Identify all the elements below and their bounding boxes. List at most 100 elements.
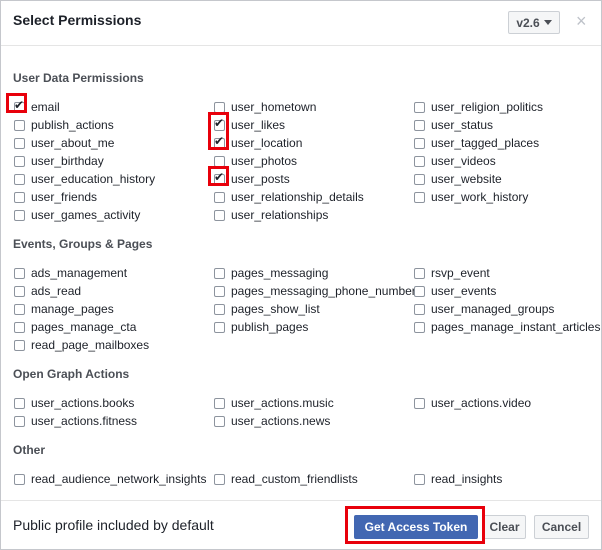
permission-user-about-me[interactable]: user_about_me <box>14 134 114 152</box>
permission-rsvp-event[interactable]: rsvp_event <box>414 264 490 282</box>
permission-checkbox[interactable] <box>414 137 425 149</box>
permission-checkbox[interactable] <box>214 170 225 185</box>
permission-checkbox[interactable] <box>14 339 25 351</box>
permission-publish-actions[interactable]: publish_actions <box>14 116 114 134</box>
permission-label: user_likes <box>231 118 286 132</box>
permission-checkbox[interactable] <box>414 285 425 297</box>
permission-checkbox[interactable] <box>14 303 25 315</box>
permission-checkbox[interactable] <box>414 473 425 485</box>
permission-pages-messaging[interactable]: pages_messaging <box>214 264 328 282</box>
permission-checkbox[interactable] <box>414 321 425 333</box>
permission-user-education-history[interactable]: user_education_history <box>14 170 155 188</box>
permission-checkbox[interactable] <box>414 155 425 167</box>
cancel-button[interactable]: Cancel <box>534 515 589 539</box>
permission-label: pages_messaging_phone_number <box>231 284 416 298</box>
permission-user-website[interactable]: user_website <box>414 170 502 188</box>
permission-ads-read[interactable]: ads_read <box>14 282 81 300</box>
permission-checkbox[interactable] <box>14 267 25 279</box>
permission-label: user_religion_politics <box>431 100 544 114</box>
permission-publish-pages[interactable]: publish_pages <box>214 318 308 336</box>
permission-user-birthday[interactable]: user_birthday <box>14 152 104 170</box>
permission-checkbox[interactable] <box>214 321 225 333</box>
permission-checkbox[interactable] <box>214 155 225 167</box>
permission-manage-pages[interactable]: manage_pages <box>14 300 114 318</box>
dialog-header: Select Permissions v2.6 × <box>1 1 601 46</box>
permission-user-actions-books[interactable]: user_actions.books <box>14 394 134 412</box>
permission-read-custom-friendlists[interactable]: read_custom_friendlists <box>214 470 358 488</box>
permission-checkbox[interactable] <box>214 191 225 203</box>
permission-checkbox[interactable] <box>214 116 225 131</box>
permission-checkbox[interactable] <box>14 137 25 149</box>
public-profile-note: Public profile included by default <box>13 517 214 533</box>
permission-user-managed-groups[interactable]: user_managed_groups <box>414 300 554 318</box>
permission-read-insights[interactable]: read_insights <box>414 470 502 488</box>
permission-checkbox[interactable] <box>414 303 425 315</box>
dialog-footer: Public profile included by default Get A… <box>1 500 601 550</box>
permission-checkbox[interactable] <box>414 267 425 279</box>
permission-user-videos[interactable]: user_videos <box>414 152 496 170</box>
permission-checkbox[interactable] <box>214 285 225 297</box>
permission-user-actions-fitness[interactable]: user_actions.fitness <box>14 412 137 430</box>
permission-read-audience-network-insights[interactable]: read_audience_network_insights <box>14 470 206 488</box>
permission-user-religion-politics[interactable]: user_religion_politics <box>414 98 543 116</box>
permission-checkbox[interactable] <box>414 119 425 131</box>
permission-checkbox[interactable] <box>14 173 25 185</box>
permission-checkbox[interactable] <box>14 321 25 333</box>
permission-label: read_audience_network_insights <box>31 472 207 486</box>
permission-pages-messaging-phone-number[interactable]: pages_messaging_phone_number <box>214 282 416 300</box>
permission-checkbox[interactable] <box>214 209 225 221</box>
permission-user-relationships[interactable]: user_relationships <box>214 206 328 224</box>
permission-user-status[interactable]: user_status <box>414 116 493 134</box>
permission-email[interactable]: email <box>14 98 60 116</box>
permission-user-posts[interactable]: user_posts <box>214 170 290 188</box>
permission-checkbox[interactable] <box>14 155 25 167</box>
api-version-dropdown[interactable]: v2.6 <box>508 11 560 34</box>
permission-checkbox[interactable] <box>14 119 25 131</box>
permission-checkbox[interactable] <box>14 98 25 113</box>
permission-checkbox[interactable] <box>414 101 425 113</box>
permission-user-likes[interactable]: user_likes <box>214 116 285 134</box>
permission-user-actions-video[interactable]: user_actions.video <box>414 394 531 412</box>
permission-checkbox[interactable] <box>414 191 425 203</box>
close-icon[interactable]: × <box>576 12 587 30</box>
permission-user-hometown[interactable]: user_hometown <box>214 98 316 116</box>
permission-user-tagged-places[interactable]: user_tagged_places <box>414 134 539 152</box>
clear-button[interactable]: Clear <box>483 515 526 539</box>
permission-user-photos[interactable]: user_photos <box>214 152 297 170</box>
permission-ads-management[interactable]: ads_management <box>14 264 127 282</box>
permission-user-location[interactable]: user_location <box>214 134 302 152</box>
permission-checkbox[interactable] <box>14 415 25 427</box>
permission-checkbox[interactable] <box>214 267 225 279</box>
permission-pages-manage-instant-articles[interactable]: pages_manage_instant_articles <box>414 318 600 336</box>
permission-checkbox[interactable] <box>14 209 25 221</box>
permission-user-games-activity[interactable]: user_games_activity <box>14 206 140 224</box>
permission-checkbox[interactable] <box>14 397 25 409</box>
permission-pages-show-list[interactable]: pages_show_list <box>214 300 320 318</box>
permission-read-page-mailboxes[interactable]: read_page_mailboxes <box>14 336 149 354</box>
permission-checkbox[interactable] <box>414 397 425 409</box>
permission-checkbox[interactable] <box>14 285 25 297</box>
permission-label: user_events <box>431 284 497 298</box>
permission-checkbox[interactable] <box>214 397 225 409</box>
permission-label: pages_messaging <box>231 266 329 280</box>
permission-pages-manage-cta[interactable]: pages_manage_cta <box>14 318 136 336</box>
permission-checkbox[interactable] <box>214 415 225 427</box>
permission-label: user_actions.music <box>231 396 334 410</box>
permission-user-events[interactable]: user_events <box>414 282 496 300</box>
permission-user-actions-news[interactable]: user_actions.news <box>214 412 330 430</box>
permission-checkbox[interactable] <box>14 191 25 203</box>
permission-checkbox[interactable] <box>214 303 225 315</box>
permission-checkbox[interactable] <box>414 173 425 185</box>
permission-label: user_tagged_places <box>431 136 540 150</box>
permission-checkbox[interactable] <box>214 473 225 485</box>
permission-label: user_hometown <box>231 100 317 114</box>
permission-user-relationship-details[interactable]: user_relationship_details <box>214 188 364 206</box>
permission-label: read_insights <box>431 472 503 486</box>
permission-user-actions-music[interactable]: user_actions.music <box>214 394 334 412</box>
permission-checkbox[interactable] <box>14 473 25 485</box>
permission-checkbox[interactable] <box>214 101 225 113</box>
permission-user-work-history[interactable]: user_work_history <box>414 188 528 206</box>
permission-checkbox[interactable] <box>214 134 225 149</box>
get-access-token-button[interactable]: Get Access Token <box>354 515 478 539</box>
permission-user-friends[interactable]: user_friends <box>14 188 97 206</box>
